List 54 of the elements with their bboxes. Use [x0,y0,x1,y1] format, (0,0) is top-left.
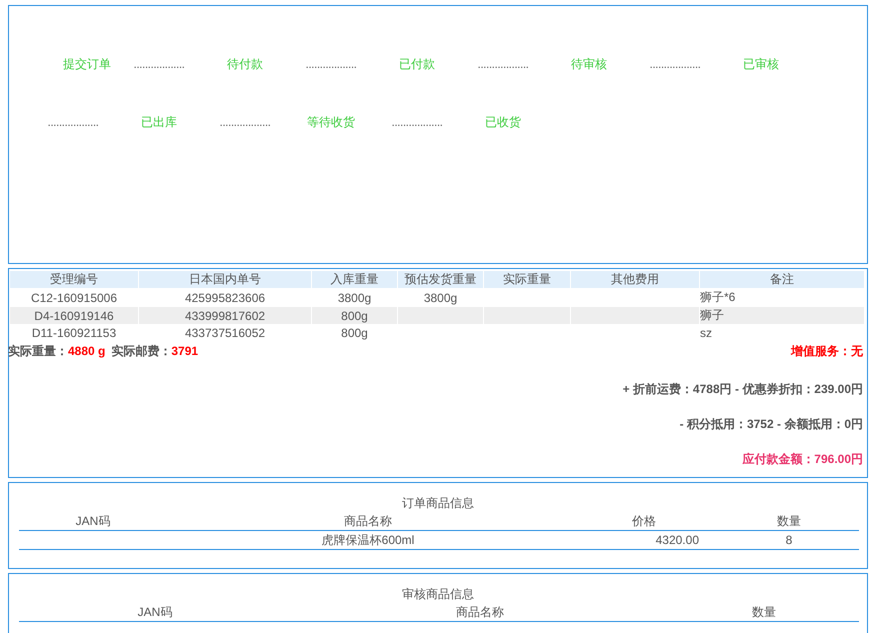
table-cell: 8 [786,533,792,547]
status-step: 已收货 [460,115,546,129]
dotted-separator: .................. [390,115,444,129]
total-amount: 应付款金额：796.00円 [742,452,863,466]
dotted-separator: .................. [132,57,186,71]
table-cell: 425995823606 [184,290,266,304]
dotted-separator: .................. [46,115,100,129]
table-cell: 虎牌保温杯600ml [322,532,414,546]
column-header: 数量 [777,514,801,528]
column-header: 入库重量 [312,270,398,288]
table-cell: C12-160915006 [30,290,118,304]
column-header: 受理编号 [10,270,138,288]
weight-value: 4880 g [68,344,106,358]
service-text: 增值服务：无 [791,343,863,360]
dotted-separator: .................. [218,115,272,129]
section-title: 订单商品信息 [402,496,474,510]
column-header: 备注 [700,270,864,288]
column-header: 实际重量 [484,270,570,288]
column-header: 商品名称 [344,514,392,528]
column-header: 其他费用 [570,270,700,288]
status-step: 已出库 [116,115,202,129]
dotted-separator: .................. [476,57,530,71]
table-cell: 800g [341,308,368,322]
table-cell: D4-160919146 [34,308,114,322]
dotted-separator: .................. [304,57,358,71]
column-header: JAN码 [138,604,172,618]
status-step: 待审核 [546,57,632,71]
status-step: 已审核 [718,57,804,71]
status-step: 提交订单 [44,57,130,71]
postage-value: 3791 [171,344,198,358]
column-header: JAN码 [76,514,110,528]
status-step: 等待收货 [288,115,374,129]
table-cell: sz [700,326,712,340]
column-header: 价格 [632,514,656,528]
section-title: 审核商品信息 [402,587,474,601]
table-cell: 3800g [338,290,372,304]
table-cell: 800g [341,326,368,340]
fee-line: + 折前运费：4788円 - 优惠券折扣：239.00円 [622,382,863,396]
column-header: 数量 [752,604,776,618]
status-step: 已付款 [374,57,460,71]
table-cell: 433999817602 [184,308,266,322]
table-cell: 狮子*6 [700,290,736,304]
table-cell: D11-160921153 [32,326,116,340]
column-header: 预估发货重量 [398,270,484,288]
table-cell: 4320.00 [656,533,699,547]
postage-label: 实际邮费： [111,344,172,358]
table-cell: 433737516052 [184,326,266,340]
fee-line: - 积分抵用：3752 - 余额抵用：0円 [680,417,863,431]
table-cell: 3800g [424,290,458,304]
column-header: 日本国内单号 [138,270,312,288]
status-step: 待付款 [202,57,288,71]
column-header: 商品名称 [456,604,504,618]
table-cell: 狮子 [700,308,724,322]
dotted-separator: .................. [648,57,702,71]
